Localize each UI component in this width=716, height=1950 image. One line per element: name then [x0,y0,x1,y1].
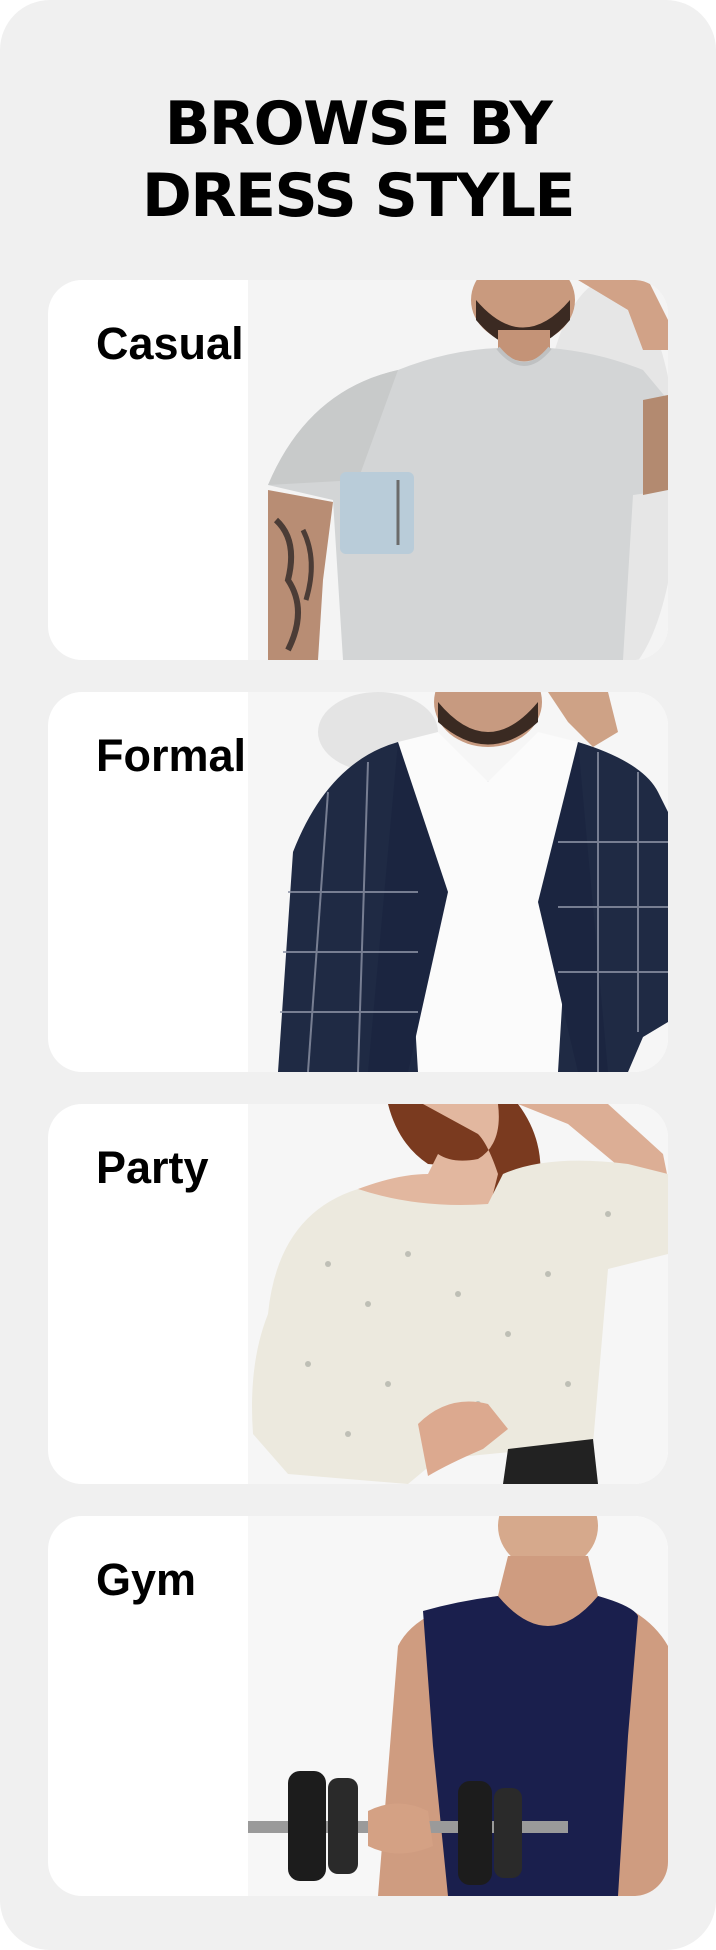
style-card-casual[interactable]: Casual [48,280,668,660]
section-title: BROWSE BY DRESS STYLE [0,88,716,232]
section-title-line2: DRESS STYLE [142,161,575,231]
browse-by-dress-style-section: BROWSE BY DRESS STYLE Casual Formal Part… [0,0,716,1950]
style-card-label: Casual [96,318,244,369]
casual-style-photo [248,280,668,660]
party-style-photo [248,1104,668,1484]
style-card-party[interactable]: Party [48,1104,668,1484]
style-card-formal[interactable]: Formal [48,692,668,1072]
style-card-label: Formal [96,730,247,781]
section-title-line1: BROWSE BY [164,89,553,159]
formal-style-photo [248,692,668,1072]
style-card-gym[interactable]: Gym [48,1516,668,1896]
style-card-label: Party [96,1142,209,1193]
gym-style-photo [248,1516,668,1896]
style-card-label: Gym [96,1554,197,1605]
